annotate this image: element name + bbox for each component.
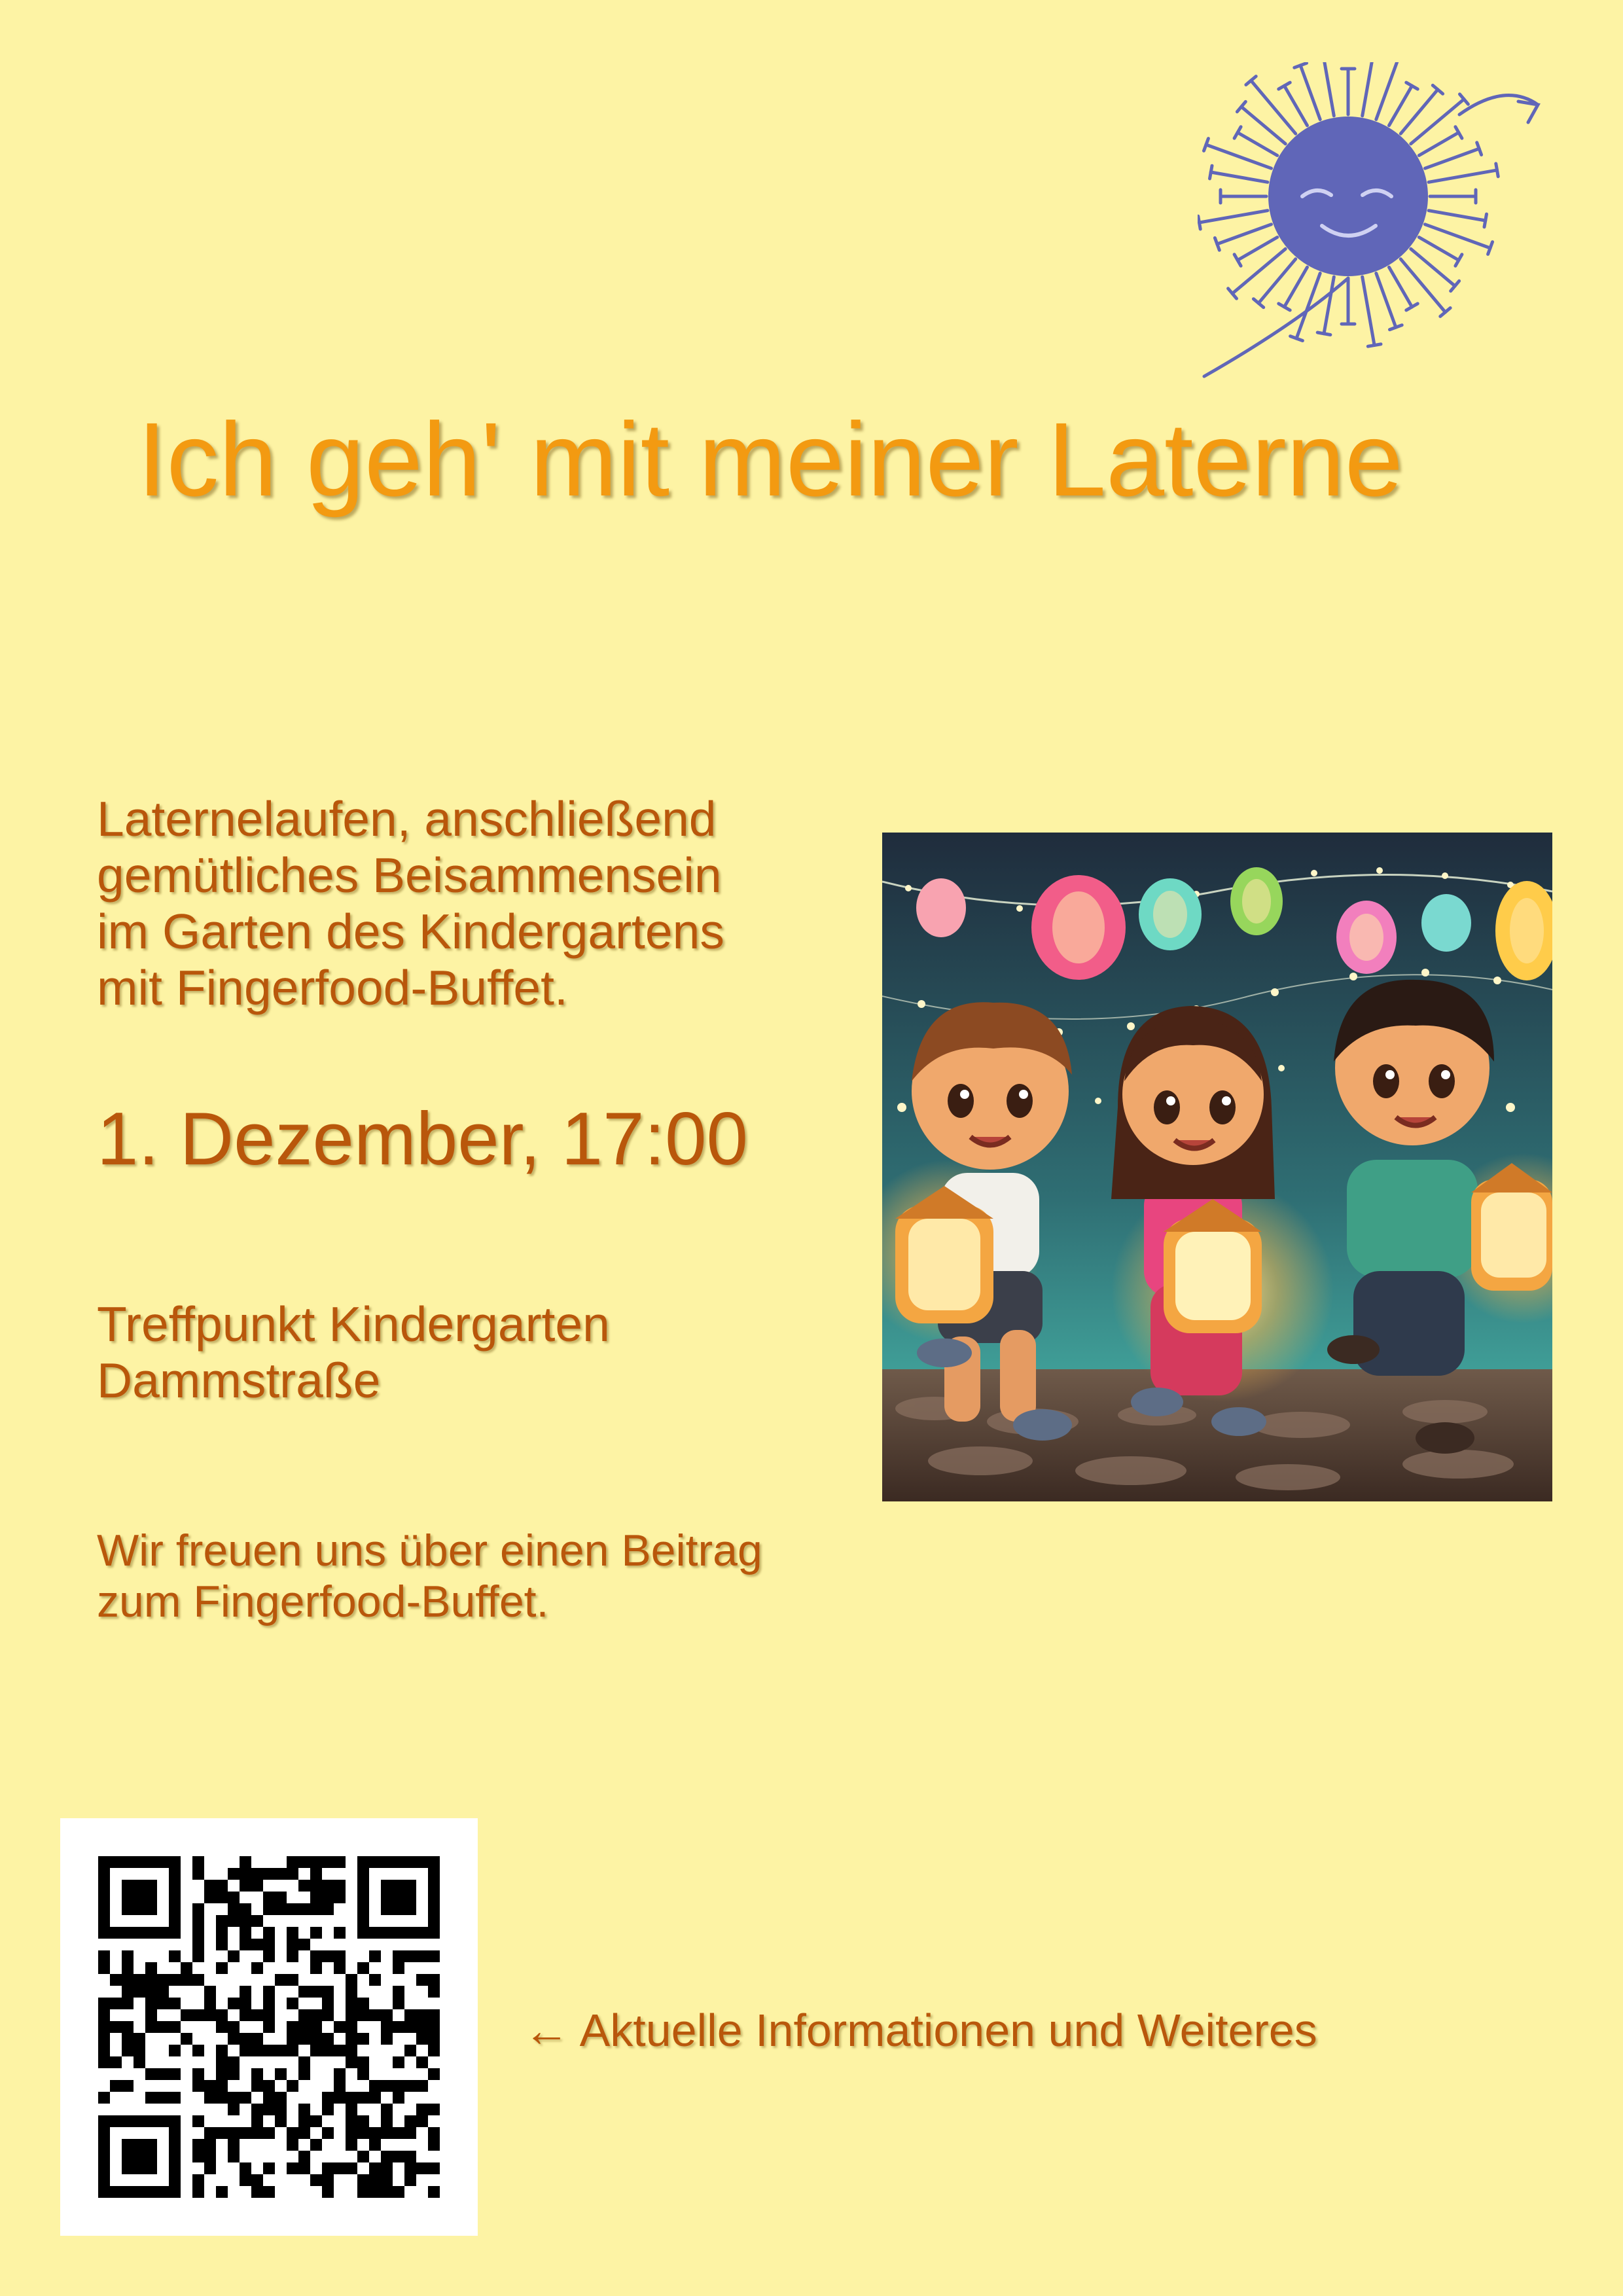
description-line: Laternelaufen, anschließend [97,791,717,846]
meeting-point: Treffpunkt Kindergarten Dammstraße [97,1296,610,1408]
qr-code[interactable] [60,1818,478,2236]
description-line: mit Fingerfood-Buffet. [97,960,568,1015]
page-title: Ich geh' mit meiner Laterne [137,401,1403,518]
contribution-line: zum Fingerfood-Buffet. [97,1577,549,1626]
meeting-line: Dammstraße [97,1353,381,1408]
meeting-line: Treffpunkt Kindergarten [97,1297,610,1352]
description-line: gemütliches Beisammensein [97,848,722,903]
qr-caption: ← Aktuelle Informationen und Weiteres [524,2005,1317,2056]
contribution-note: Wir freuen uns über einen Beitrag zum Fi… [97,1525,762,1627]
event-description: Laternelaufen, anschließend gemütliches … [97,791,724,1016]
event-date: 1. Dezember, 17:00 [97,1098,748,1181]
description-line: im Garten des Kindergartens [97,904,724,959]
contribution-line: Wir freuen uns über einen Beitrag [97,1526,762,1575]
smiling-sun-icon [1198,62,1541,378]
children-with-lanterns-illustration [882,833,1552,1501]
